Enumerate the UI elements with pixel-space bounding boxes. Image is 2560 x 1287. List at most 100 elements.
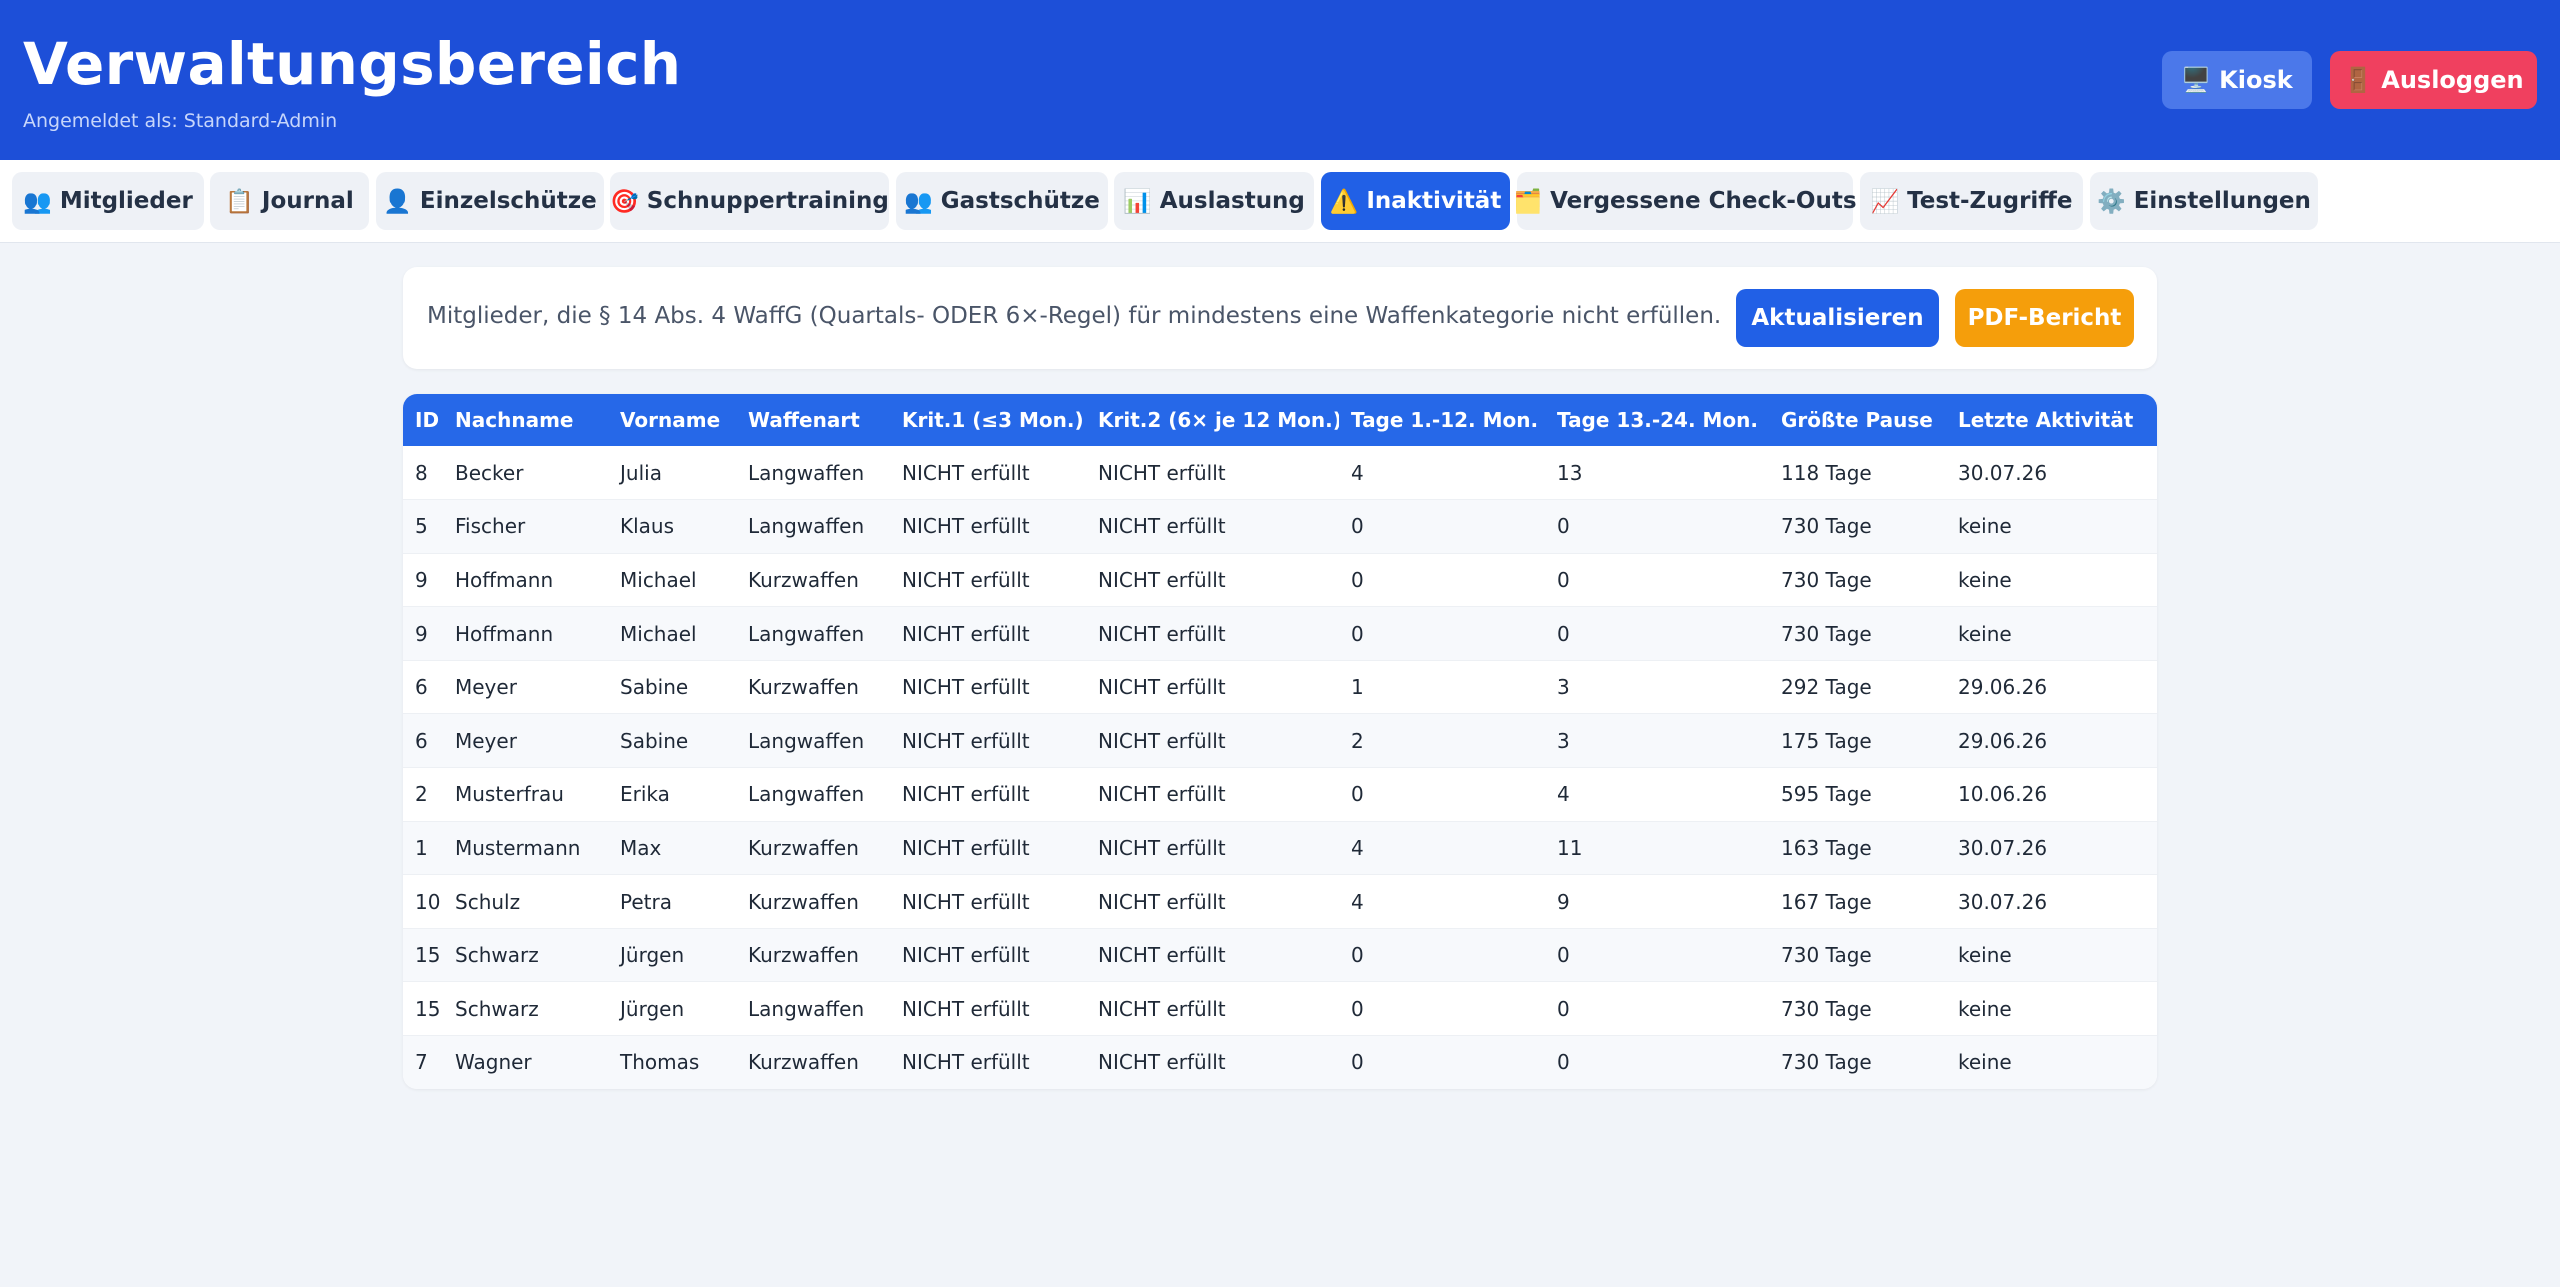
table-row[interactable]: 10 Schulz Petra Kurzwaffen NICHT erfüllt NICH… — [403, 875, 2157, 929]
table-cell: 30.07.26 — [1958, 889, 2048, 914]
tab-label: Mitglieder — [59, 188, 193, 214]
tab-label: Auslastung — [1159, 188, 1305, 214]
table-cell: 3 — [1557, 675, 1570, 700]
table-cell: keine — [1958, 996, 2012, 1021]
table-cell: Jürgen — [620, 943, 685, 968]
table-cell: NICHT erfüllt — [902, 460, 1030, 485]
table-cell: 0 — [1557, 996, 1570, 1021]
table-cell: 15 — [415, 943, 441, 968]
table-cell: Kurzwaffen — [748, 675, 859, 700]
column-header[interactable]: Nachname — [443, 394, 608, 446]
column-header[interactable]: Vorname — [608, 394, 736, 446]
table-row[interactable]: 7 Wagner Thomas Kurzwaffen NICHT erfüllt NICH… — [403, 1035, 2157, 1089]
table-row[interactable]: 15 Schwarz Jürgen Kurzwaffen NICHT erfüllt NI… — [403, 928, 2157, 982]
column-header[interactable]: Letzte Aktivität — [1946, 394, 2157, 446]
column-header[interactable]: Größte Pause — [1769, 394, 1946, 446]
table-header-row: ID Nachname Vorname Waffenart Krit.1 (≤3… — [403, 394, 2157, 446]
tab-mitglieder[interactable]: 👥 Mitglieder — [12, 172, 204, 230]
tab-test-zugriffe[interactable]: 📈 Test-Zugriffe — [1860, 172, 2083, 230]
table-cell: Wagner — [455, 1050, 532, 1075]
table-cell: 0 — [1351, 514, 1364, 539]
table-cell: 4 — [1557, 782, 1570, 807]
people-icon: 👥 — [23, 188, 52, 215]
tab-inaktivitaet[interactable]: ⚠️ Inaktivität — [1321, 172, 1510, 230]
table-cell: Fischer — [455, 514, 526, 539]
tab-einstellungen[interactable]: ⚙️ Einstellungen — [2090, 172, 2318, 230]
table-row[interactable]: 15 Schwarz Jürgen Langwaffen NICHT erfüllt NI… — [403, 982, 2157, 1036]
table-row[interactable]: 6 Meyer Sabine Langwaffen NICHT erfüllt NICHT… — [403, 713, 2157, 768]
table-cell: NICHT erfüllt — [902, 567, 1030, 592]
table-cell: 9 — [415, 567, 428, 592]
table-cell: Langwaffen — [748, 621, 865, 646]
table-row[interactable]: 2 Musterfrau Erika Langwaffen NICHT erfüllt N… — [403, 768, 2157, 822]
table-cell: 730 Tage — [1781, 621, 1872, 646]
table-cell: Schulz — [455, 889, 521, 914]
table-cell: 730 Tage — [1781, 514, 1872, 539]
table-cell: NICHT erfüllt — [902, 728, 1030, 753]
table-row[interactable]: 5 Fischer Klaus Langwaffen NICHT erfüllt NICH… — [403, 499, 2157, 554]
refresh-button[interactable]: Aktualisieren — [1736, 289, 1939, 347]
tab-label: Test-Zugriffe — [1907, 188, 2073, 214]
table-cell: 10 — [415, 889, 441, 914]
tab-gastschuetze[interactable]: 👥 Gastschütze — [896, 172, 1108, 230]
column-header[interactable]: ID — [403, 394, 443, 446]
table-row[interactable]: 6 Meyer Sabine Kurzwaffen NICHT erfüllt NICHT… — [403, 660, 2157, 714]
inactivity-description: Mitglieder, die § 14 Abs. 4 WaffG (Quart… — [427, 303, 1722, 329]
tab-schnuppertraining[interactable]: 🎯 Schnuppertraining — [610, 172, 889, 230]
table-cell: 0 — [1351, 782, 1364, 807]
column-header[interactable]: Tage 1.-12. Mon. — [1339, 394, 1545, 446]
tab-label: Schnuppertraining — [646, 188, 889, 214]
table-cell: 118 Tage — [1781, 460, 1872, 485]
tab-label: Einstellungen — [2133, 188, 2311, 214]
pdf-report-button[interactable]: PDF-Bericht — [1955, 289, 2134, 347]
kiosk-button[interactable]: 🖥️ Kiosk — [2162, 51, 2312, 109]
table-cell: NICHT erfüllt — [1098, 1050, 1226, 1075]
logout-button[interactable]: 🚪 Ausloggen — [2330, 51, 2537, 109]
tab-vergessene-check-outs[interactable]: 🗂️ Vergessene Check-Outs — [1513, 172, 1857, 230]
table-cell: Julia — [620, 460, 662, 485]
tab-einzelschuetze[interactable]: 👤 Einzelschütze — [376, 172, 604, 230]
table-cell: Sabine — [620, 675, 689, 700]
table-row[interactable]: 8 Becker Julia Langwaffen NICHT erfüllt NICHT… — [403, 446, 2157, 500]
table-cell: 0 — [1557, 567, 1570, 592]
table-cell: NICHT erfüllt — [902, 996, 1030, 1021]
table-cell: 7 — [415, 1050, 428, 1075]
table-cell: 6 — [415, 675, 428, 700]
table-cell: Klaus — [620, 514, 675, 539]
table-cell: keine — [1958, 567, 2012, 592]
table-cell: 4 — [1351, 460, 1364, 485]
tab-label: Journal — [261, 188, 354, 214]
table-cell: Max — [620, 835, 662, 860]
column-header[interactable]: Krit.2 (6× je 12 Mon.) — [1086, 394, 1339, 446]
logged-in-as-text: Angemeldet als: Standard-Admin — [23, 110, 338, 132]
table-cell: Becker — [455, 460, 524, 485]
column-header[interactable]: Waffenart — [736, 394, 890, 446]
table-cell: 30.07.26 — [1958, 835, 2048, 860]
tab-auslastung[interactable]: 📊 Auslastung — [1114, 172, 1314, 230]
table-row[interactable]: 1 Mustermann Max Kurzwaffen NICHT erfüllt NIC… — [403, 821, 2157, 875]
inactivity-table: ID Nachname Vorname Waffenart Krit.1 (≤3… — [403, 394, 2157, 1089]
monitor-icon: 🖥️ — [2181, 66, 2212, 94]
table-cell: Langwaffen — [748, 460, 865, 485]
table-cell: Petra — [620, 889, 672, 914]
table-cell: 8 — [415, 460, 428, 485]
line-chart-icon: 📈 — [1870, 188, 1900, 215]
table-cell: NICHT erfüllt — [902, 835, 1030, 860]
table-cell: Hoffmann — [455, 567, 554, 592]
table-cell: NICHT erfüllt — [902, 514, 1030, 539]
table-cell: Hoffmann — [455, 621, 554, 646]
table-cell: 292 Tage — [1781, 675, 1872, 700]
column-header[interactable]: Krit.1 (≤3 Mon.) — [890, 394, 1086, 446]
column-header[interactable]: Tage 13.-24. Mon. — [1545, 394, 1769, 446]
table-cell: 0 — [1351, 996, 1364, 1021]
logout-button-label: Ausloggen — [2381, 66, 2524, 94]
table-cell: Schwarz — [455, 996, 539, 1021]
tab-journal[interactable]: 📋 Journal — [210, 172, 369, 230]
table-row[interactable]: 9 Hoffmann Michael Langwaffen NICHT erfüllt N… — [403, 606, 2157, 661]
target-icon: 🎯 — [610, 188, 639, 215]
table-cell: 0 — [1351, 621, 1364, 646]
table-cell: Meyer — [455, 728, 517, 753]
table-row[interactable]: 9 Hoffmann Michael Kurzwaffen NICHT erfüllt N… — [403, 553, 2157, 607]
table-cell: Langwaffen — [748, 782, 865, 807]
table-cell: Kurzwaffen — [748, 943, 859, 968]
